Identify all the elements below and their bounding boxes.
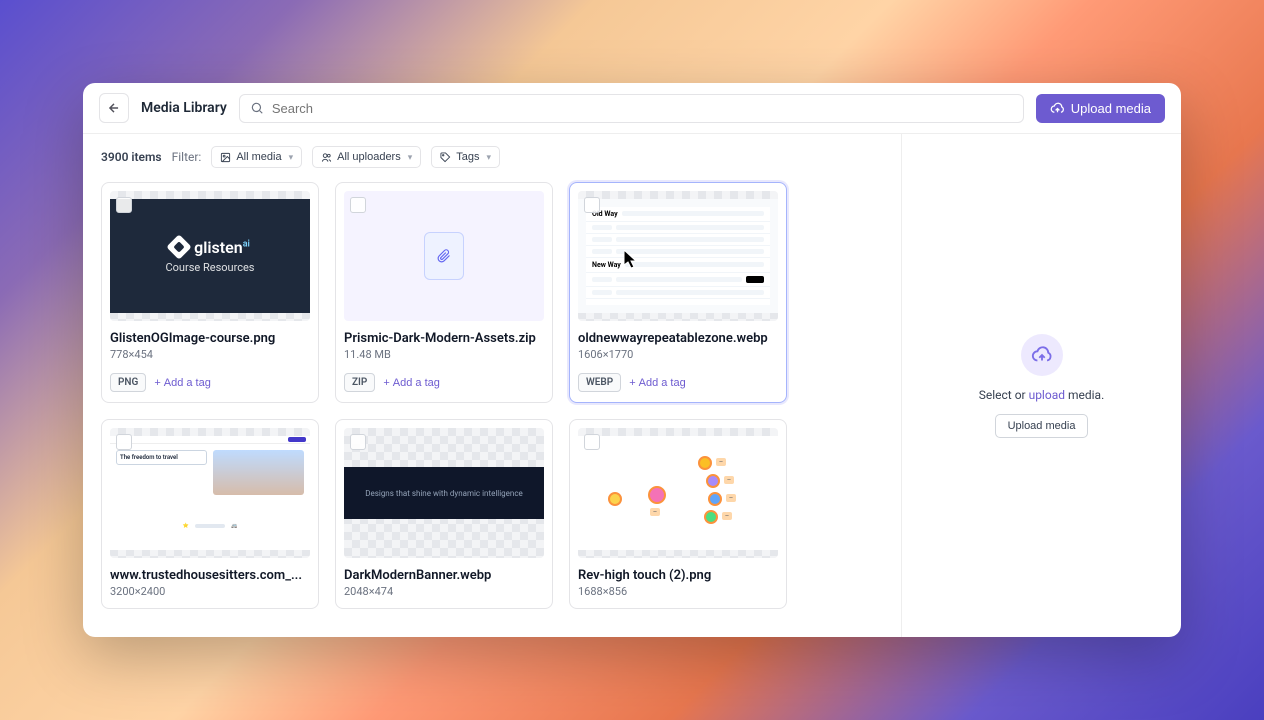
- tag-icon: [440, 152, 451, 163]
- media-card[interactable]: The freedom to travel ⭐🚐 www.trustedhous…: [101, 419, 319, 609]
- cloud-upload-icon: [1021, 334, 1063, 376]
- chevron-down-icon: ▾: [408, 152, 413, 163]
- card-tags-row: ZIP +Add a tag: [344, 373, 544, 392]
- card-meta: 1606×1770: [578, 348, 778, 361]
- side-upload-button[interactable]: Upload media: [995, 414, 1089, 438]
- card-filename: oldnewwayrepeatablezone.webp: [578, 331, 778, 346]
- media-card[interactable]: — — — — — Rev-high touch (2).png 1688×856: [569, 419, 787, 609]
- filetype-badge: PNG: [110, 373, 146, 392]
- card-tags-row: WEBP +Add a tag: [578, 373, 778, 392]
- cloud-upload-icon: [1050, 101, 1065, 116]
- filter-media[interactable]: All media ▾: [211, 146, 302, 168]
- card-checkbox[interactable]: [584, 434, 600, 450]
- media-library-window: Media Library Upload media 3900 items Fi…: [83, 83, 1181, 637]
- plus-icon: +: [629, 377, 635, 389]
- search-input[interactable]: [272, 101, 1013, 116]
- card-thumbnail: — — — — —: [578, 428, 778, 558]
- users-icon: [321, 152, 332, 163]
- card-filename: Rev-high touch (2).png: [578, 568, 778, 583]
- card-filename: GlistenOGImage-course.png: [110, 331, 310, 346]
- card-filename: Prismic-Dark-Modern-Assets.zip: [344, 331, 544, 346]
- content-row: 3900 items Filter: All media ▾ All uploa…: [83, 134, 1181, 637]
- filter-row: 3900 items Filter: All media ▾ All uploa…: [101, 146, 883, 168]
- card-filename: www.trustedhousesitters.com_...: [110, 568, 310, 583]
- plus-icon: +: [383, 377, 389, 389]
- card-checkbox[interactable]: [350, 197, 366, 213]
- card-meta: 1688×856: [578, 585, 778, 598]
- media-card[interactable]: Prismic-Dark-Modern-Assets.zip 11.48 MB ZI…: [335, 182, 553, 403]
- card-filename: DarkModernBanner.webp: [344, 568, 544, 583]
- search-icon: [250, 101, 264, 115]
- topbar: Media Library Upload media: [83, 83, 1181, 134]
- chevron-down-icon: ▾: [289, 152, 294, 163]
- page-title: Media Library: [141, 100, 227, 116]
- search-field[interactable]: [239, 94, 1024, 123]
- card-checkbox[interactable]: [584, 197, 600, 213]
- card-checkbox[interactable]: [116, 434, 132, 450]
- card-thumbnail: Old Way New Way: [578, 191, 778, 321]
- side-panel: Select or upload media. Upload media: [901, 134, 1181, 637]
- card-meta: 11.48 MB: [344, 348, 544, 361]
- card-thumbnail: [344, 191, 544, 321]
- card-thumbnail: glistenaiCourse Resources: [110, 191, 310, 321]
- side-panel-text: Select or upload media.: [979, 388, 1105, 402]
- upload-link[interactable]: upload: [1029, 388, 1065, 402]
- add-tag-button[interactable]: +Add a tag: [383, 377, 440, 389]
- image-icon: [220, 152, 231, 163]
- card-meta: 778×454: [110, 348, 310, 361]
- filter-uploaders[interactable]: All uploaders ▾: [312, 146, 421, 168]
- add-tag-button[interactable]: +Add a tag: [629, 377, 686, 389]
- filter-tags[interactable]: Tags ▾: [431, 146, 500, 168]
- arrow-left-icon: [107, 101, 121, 115]
- media-card[interactable]: Old Way New Way oldnewwayrepeatablezone.…: [569, 182, 787, 403]
- media-card[interactable]: glistenaiCourse Resources GlistenOGImage-…: [101, 182, 319, 403]
- filetype-badge: WEBP: [578, 373, 621, 392]
- chevron-down-icon: ▾: [487, 152, 492, 163]
- main-area: 3900 items Filter: All media ▾ All uploa…: [83, 134, 901, 637]
- upload-media-button[interactable]: Upload media: [1036, 94, 1165, 123]
- back-button[interactable]: [99, 93, 129, 123]
- add-tag-button[interactable]: +Add a tag: [154, 377, 211, 389]
- card-meta: 2048×474: [344, 585, 544, 598]
- card-tags-row: PNG +Add a tag: [110, 373, 310, 392]
- filter-label: Filter:: [172, 150, 202, 164]
- card-checkbox[interactable]: [116, 197, 132, 213]
- card-meta: 3200×2400: [110, 585, 310, 598]
- item-count: 3900 items: [101, 150, 162, 164]
- media-card[interactable]: Designs that shine with dynamic intellig…: [335, 419, 553, 609]
- plus-icon: +: [154, 377, 160, 389]
- media-grid: glistenaiCourse Resources GlistenOGImage-…: [101, 182, 883, 609]
- filetype-badge: ZIP: [344, 373, 375, 392]
- card-checkbox[interactable]: [350, 434, 366, 450]
- card-thumbnail: Designs that shine with dynamic intellig…: [344, 428, 544, 558]
- card-thumbnail: The freedom to travel ⭐🚐: [110, 428, 310, 558]
